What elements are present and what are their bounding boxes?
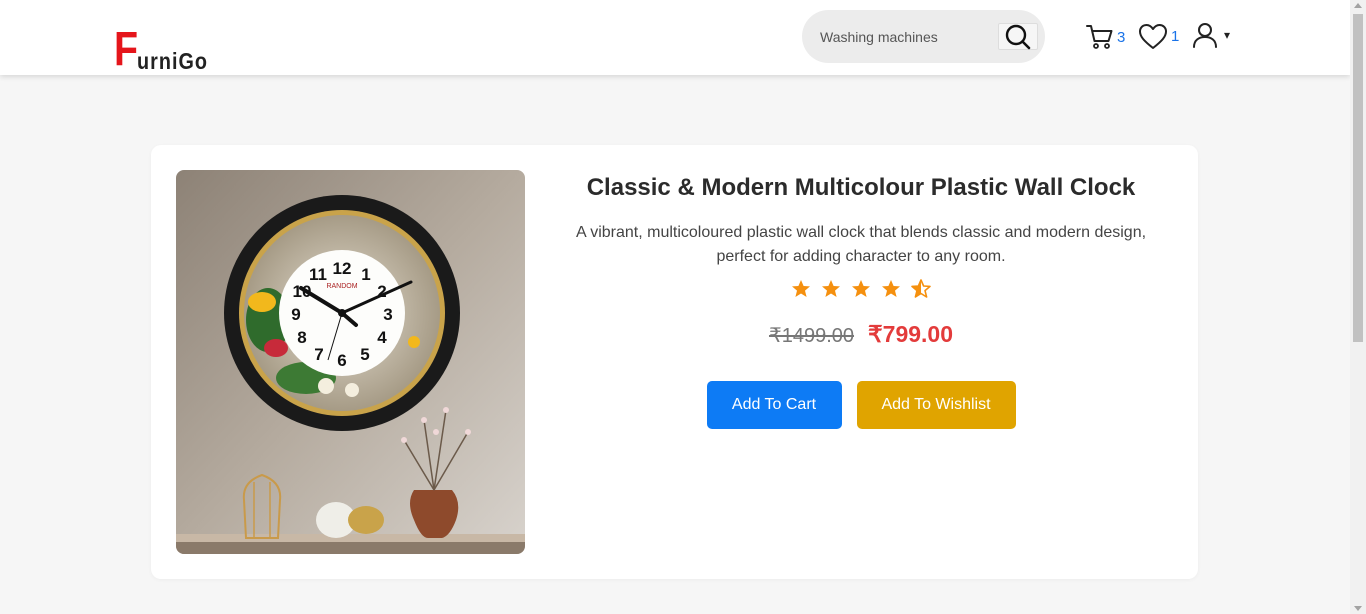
scrollbar-thumb[interactable] — [1353, 14, 1363, 342]
action-buttons: Add To Cart Add To Wishlist — [566, 381, 1156, 429]
star-icon — [792, 280, 810, 297]
product-info: Classic & Modern Multicolour Plastic Wal… — [566, 173, 1156, 429]
site-header: F urniGo 3 1 ▾ — [0, 0, 1350, 75]
scroll-up-icon[interactable] — [1354, 3, 1362, 8]
clock-numeral: 1 — [361, 265, 370, 284]
brand-logo[interactable]: F urniGo — [114, 23, 220, 76]
half-star-icon — [911, 279, 931, 298]
product-title: Classic & Modern Multicolour Plastic Wal… — [586, 174, 1136, 201]
rating-stars — [566, 279, 1156, 303]
star-icon — [822, 280, 840, 297]
logo-text: urniGo — [137, 48, 209, 74]
clock-numeral: 6 — [337, 351, 346, 370]
user-icon — [1193, 23, 1217, 48]
wishlist-link[interactable]: 1 — [1138, 23, 1179, 50]
cart-link[interactable]: 3 — [1086, 24, 1125, 50]
add-to-cart-button[interactable]: Add To Cart — [706, 381, 842, 429]
product-description: A vibrant, multicoloured plastic wall cl… — [575, 224, 1147, 265]
star-icon — [882, 280, 900, 297]
sale-price: ₹799.00 — [868, 321, 953, 347]
search-input[interactable] — [820, 26, 990, 48]
star-icon — [852, 280, 870, 297]
user-menu[interactable]: ▾ — [1192, 22, 1230, 48]
product-card: 12 1 2 3 4 5 6 7 8 9 10 11 RANDOM Classi… — [151, 145, 1198, 579]
add-to-wishlist-button[interactable]: Add To Wishlist — [856, 381, 1016, 429]
clock-numeral: 7 — [314, 345, 323, 364]
clock-numeral: 4 — [377, 328, 387, 347]
chevron-down-icon: ▾ — [1224, 28, 1231, 42]
cart-count: 3 — [1117, 28, 1126, 46]
product-image: 12 1 2 3 4 5 6 7 8 9 10 11 RANDOM — [176, 170, 525, 554]
clock-numeral: 9 — [291, 305, 300, 324]
clock-numeral: 3 — [383, 305, 392, 324]
clock-numeral: 11 — [309, 265, 327, 284]
original-price: ₹1499.00 — [768, 325, 855, 347]
search-icon — [1005, 24, 1031, 49]
wishlist-count: 1 — [1171, 28, 1180, 45]
clock-numeral: 8 — [297, 328, 306, 347]
logo-first-letter: F — [114, 23, 139, 76]
search-button[interactable] — [998, 23, 1038, 50]
clock-brand: RANDOM — [326, 283, 357, 290]
scroll-down-icon[interactable] — [1354, 606, 1362, 611]
clock-numeral: 5 — [360, 345, 369, 364]
price-block: ₹1499.00 ₹799.00 — [566, 321, 1156, 348]
vertical-scrollbar[interactable] — [1350, 0, 1366, 614]
heart-icon — [1139, 24, 1167, 49]
cart-icon — [1086, 25, 1113, 49]
clock-numeral: 12 — [333, 259, 352, 278]
search-bar — [802, 10, 1045, 63]
